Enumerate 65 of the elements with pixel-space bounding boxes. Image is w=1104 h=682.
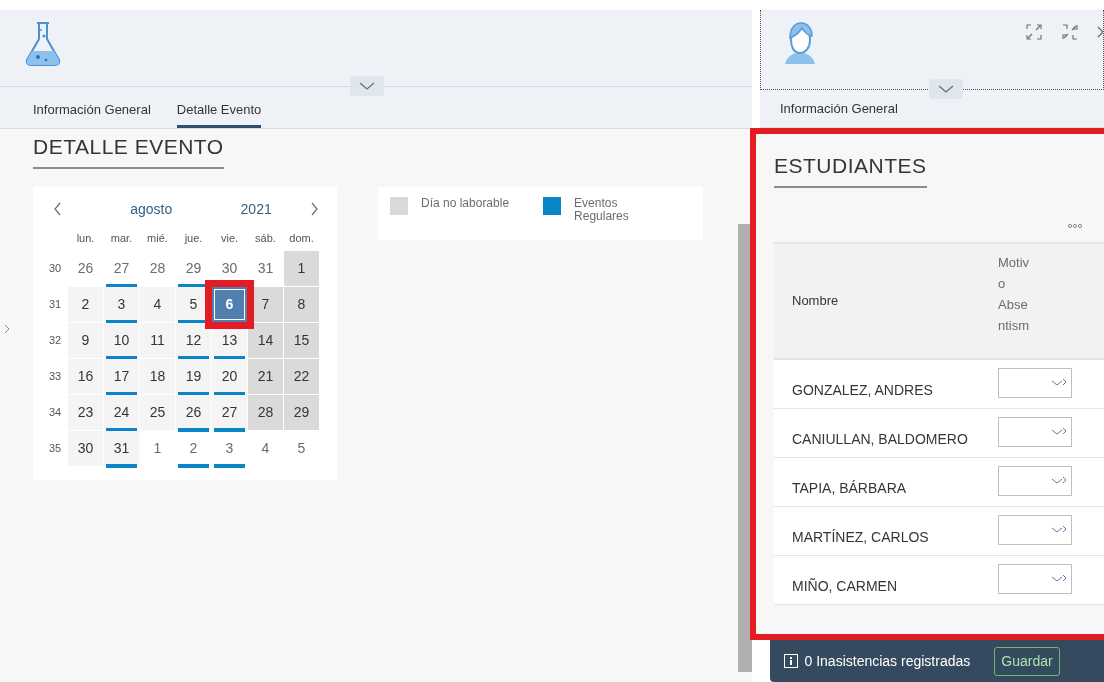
calendar-day[interactable]: 4 (140, 287, 175, 322)
week-number: 34 (47, 405, 63, 421)
month-button[interactable]: agosto (130, 198, 173, 220)
weekday-label: mié. (146, 230, 169, 246)
calendar-day[interactable]: 3 (212, 431, 247, 466)
calendar-day[interactable]: 4 (248, 431, 283, 466)
calendar-day[interactable]: 18 (140, 359, 175, 394)
calendar-day[interactable]: 31 (104, 431, 139, 466)
legend-label: Eventos Regulares (574, 196, 630, 223)
calendar-day[interactable]: 30 (212, 251, 247, 286)
calendar-day[interactable]: 1 (140, 431, 175, 466)
weekday-label: dom. (288, 230, 315, 246)
table-cell-text: TAPIA, BÁRBARA (792, 478, 907, 498)
calendar-day[interactable]: 2 (176, 431, 211, 466)
week-number: 33 (47, 369, 63, 385)
week-number: 31 (47, 297, 63, 313)
calendar-day[interactable]: 14 (248, 323, 283, 358)
calendar-day[interactable]: 2 (68, 287, 103, 322)
calendar-day[interactable]: 28 (248, 395, 283, 430)
calendar-day[interactable]: 29 (284, 395, 319, 430)
table-cell-text: MIÑO, CARMEN (792, 576, 897, 596)
calendar-day[interactable]: 26 (176, 395, 211, 430)
week-number: 32 (47, 333, 63, 349)
calendar-day[interactable]: 11 (140, 323, 175, 358)
table-cell-text: CANIULLAN, BALDOMERO (792, 429, 968, 449)
calendar-day[interactable]: 30 (68, 431, 103, 466)
calendar-day[interactable]: 3 (104, 287, 139, 322)
column-header: Nombre (792, 291, 839, 310)
calendar-day[interactable]: 8 (284, 287, 319, 322)
year-button[interactable]: 2021 (240, 198, 272, 220)
calendar-day[interactable]: 27 (212, 395, 247, 430)
calendar-day[interactable]: 19 (176, 359, 211, 394)
calendar-day[interactable]: 28 (140, 251, 175, 286)
section-title: ESTUDIANTES (774, 150, 927, 188)
calendar-day[interactable]: 24 (104, 395, 139, 430)
column-header: Motivo Absentism (998, 253, 1030, 335)
calendar-day[interactable]: 31 (248, 251, 283, 286)
calendar-day[interactable]: 17 (104, 359, 139, 394)
calendar-day[interactable]: 10 (104, 323, 139, 358)
weekday-label: vie. (219, 230, 240, 246)
calendar-day[interactable]: 25 (140, 395, 175, 430)
weekday-label: lun. (75, 230, 96, 246)
weekday-label: sáb. (254, 230, 277, 246)
calendar-day[interactable]: 5 (284, 431, 319, 466)
calendar-day[interactable]: 20 (212, 359, 247, 394)
calendar-day[interactable]: 15 (284, 323, 319, 358)
calendar-day[interactable]: 23 (68, 395, 103, 430)
weekday-label: mar. (109, 230, 134, 246)
week-number: 30 (47, 261, 63, 277)
calendar-day[interactable]: 26 (68, 251, 103, 286)
table-cell-text: GONZALEZ, ANDRES (792, 380, 933, 400)
save-button[interactable]: Guardar (994, 646, 1060, 676)
status-message: 0 Inasistencias registradas (804, 651, 971, 671)
weekday-label: jue. (183, 230, 204, 246)
calendar-day[interactable]: 9 (68, 323, 103, 358)
calendar-day[interactable]: 12 (176, 323, 211, 358)
calendar-day[interactable]: 1 (284, 251, 319, 286)
calendar-day[interactable]: 16 (68, 359, 103, 394)
legend-label: Día no laborable (421, 196, 510, 210)
tab[interactable]: Información General (33, 89, 151, 128)
calendar-day[interactable]: 21 (248, 359, 283, 394)
table-cell-text: MARTÍNEZ, CARLOS (792, 527, 929, 547)
week-number: 35 (47, 441, 63, 457)
section-title: DETALLE EVENTO (33, 131, 224, 169)
calendar-day[interactable]: 22 (284, 359, 319, 394)
